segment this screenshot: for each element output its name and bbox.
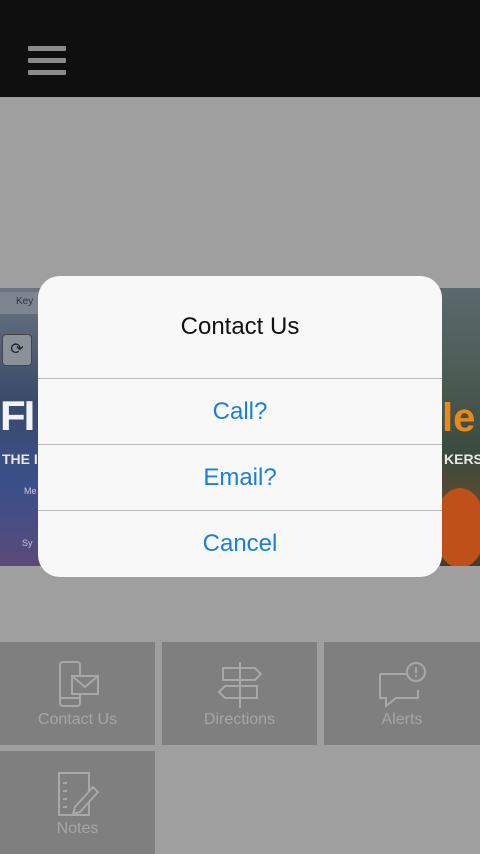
- tile-label: Notes: [56, 820, 99, 837]
- sync-icon: ⟳: [2, 334, 32, 366]
- banner-big-text-left: FI: [0, 392, 35, 439]
- tile-label: Contact Us: [37, 711, 118, 728]
- banner-keyboard-text: Key: [16, 296, 34, 307]
- banner-right-part: le KERS: [434, 288, 480, 566]
- banner-big-text-right: le: [442, 396, 476, 440]
- banner-sys-text: Sy: [22, 538, 33, 548]
- signpost-icon: [217, 662, 262, 708]
- tile-alerts[interactable]: Alerts: [324, 642, 480, 745]
- call-button[interactable]: Call?: [38, 378, 442, 444]
- cancel-button[interactable]: Cancel: [38, 510, 442, 576]
- alert-bubble-icon: [379, 662, 426, 709]
- notes-pencil-icon: [57, 772, 99, 816]
- tile-label: Directions: [203, 711, 276, 728]
- hamburger-menu-icon[interactable]: [28, 46, 66, 76]
- tile-contact-us[interactable]: Contact Us: [0, 642, 155, 745]
- top-app-bar: [0, 0, 480, 97]
- email-button[interactable]: Email?: [38, 444, 442, 510]
- banner-line-text-left: THE I: [2, 451, 38, 467]
- tile-notes[interactable]: Notes: [0, 751, 155, 854]
- banner-me-text: Me: [24, 486, 37, 496]
- tile-directions[interactable]: Directions: [162, 642, 317, 745]
- phone-mail-icon: [58, 661, 99, 707]
- tile-label: Alerts: [381, 711, 423, 728]
- dialog-title: Contact Us: [180, 313, 300, 340]
- contact-us-dialog: Contact Us Call? Email? Cancel: [38, 276, 442, 577]
- banner-line-text-right: KERS: [444, 451, 480, 467]
